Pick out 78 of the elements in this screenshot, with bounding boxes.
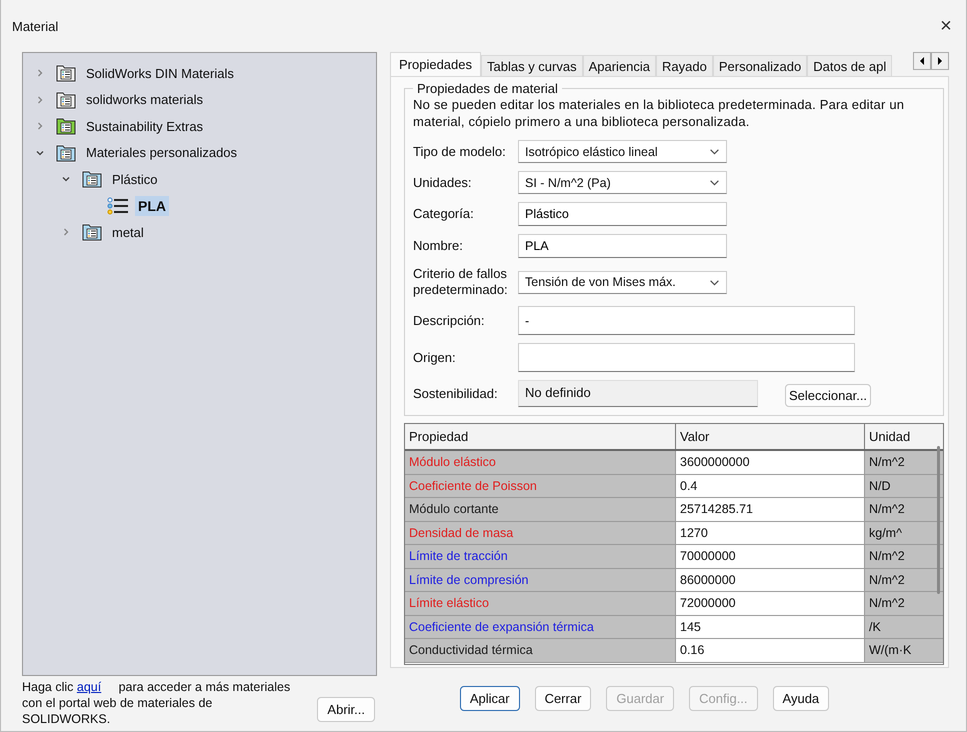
open-button[interactable]: Abrir... [317,697,375,722]
window-title: Material [12,18,58,34]
property-cell: Densidad de masa [405,521,676,544]
portal-link[interactable]: aquí [76,680,102,694]
field-label: Criterio de fallos predeterminado: [413,266,509,298]
chevron-right-icon[interactable] [35,68,45,78]
tab[interactable]: Rayado [656,55,713,76]
value-cell[interactable]: 3600000000 [676,450,864,474]
group-title: Propiedades de material [416,81,559,96]
unit-cell: N/m^2 [864,544,943,568]
tree-item[interactable]: Plástico [109,170,161,189]
column-header[interactable]: Unidad [864,424,943,450]
property-cell: Coeficiente de expansión térmica [405,615,676,638]
property-cell: Conductividad térmica [405,638,676,662]
tab[interactable]: Datos de apl [807,55,892,76]
property-cell: Módulo elástico [405,450,676,474]
text-field[interactable] [518,343,855,372]
info-text: No se pueden editar los materiales en la biblioteca predeterminada. Para editar un material, cópielo primero a una biblioteca personalizada. [413,96,906,130]
tree-item[interactable]: Materiales personalizados [83,143,240,162]
dialog-button[interactable]: Ayuda [772,686,830,711]
unit-cell: N/m^2 [864,498,943,521]
dialog-button[interactable]: Aplicar [460,686,520,711]
value-cell[interactable]: 0.4 [676,474,864,498]
column-header[interactable]: Valor [676,424,864,450]
tab[interactable]: Propiedades [390,52,481,76]
field-label: Tipo de modelo: [413,144,507,160]
tree-item[interactable]: SolidWorks DIN Materials [83,64,237,83]
property-cell: Módulo cortante [405,498,676,521]
dialog-button[interactable]: Cerrar [534,686,592,711]
value-cell[interactable]: 70000000 [676,544,864,568]
tab[interactable]: Apariencia [582,55,656,76]
scroll-right-icon[interactable] [931,52,949,70]
unit-cell: W/(m·K [864,638,943,662]
unit-cell: N/m^2 [864,450,943,474]
value-cell[interactable]: 0.16 [676,638,864,662]
close-button[interactable]: × [926,14,966,38]
property-cell: Límite elástico [405,592,676,615]
portal-note: Haga clic aquí para acceder a más materiales con el portal web de materiales de SOLIDWORKS. [22,679,292,727]
field-label: Sostenibilidad: [413,386,499,402]
unit-cell: N/m^2 [864,568,943,592]
value-cell[interactable]: 25714285.71 [676,498,864,521]
property-cell: Límite de compresión [405,568,676,592]
chevron-right-icon[interactable] [35,94,45,105]
text-field[interactable]: PLA [518,234,727,258]
tree-item[interactable]: Sustainability Extras [83,116,206,136]
tree-item[interactable]: PLA [135,196,169,216]
select-button[interactable]: Seleccionar... [785,384,872,407]
tab[interactable]: Personalizado [712,55,808,76]
scroll-left-icon[interactable] [913,52,931,70]
field-label: Unidades: [413,174,473,190]
property-cell: Límite de tracción [405,544,676,568]
unit-cell: N/m^2 [864,592,943,615]
tree-item[interactable]: solidworks materials [83,90,206,110]
field-label: Descripción: [413,312,486,328]
chevron-right-icon[interactable] [35,121,45,132]
chevron-right-icon[interactable] [61,227,71,238]
dropdown[interactable]: Tensión de von Mises máx. [518,270,727,294]
unit-cell: /K [864,615,943,638]
text-field[interactable]: - [518,306,855,335]
column-header[interactable]: Propiedad [405,424,676,450]
field-label: Nombre: [413,238,464,254]
property-cell: Coeficiente de Poisson [405,474,676,498]
unit-cell: kg/m^ [864,521,943,544]
value-cell[interactable]: 1270 [676,521,864,544]
tree-item[interactable]: metal [109,222,147,242]
field-label: Origen: [413,350,457,366]
tab[interactable]: Tablas y curvas [481,55,583,76]
value-cell[interactable]: 72000000 [676,592,864,615]
scrollbar[interactable] [937,446,940,594]
value-cell[interactable]: 145 [676,615,864,638]
value-cell[interactable]: 86000000 [676,568,864,592]
dropdown[interactable]: SI - N/m^2 (Pa) [518,171,727,194]
list-icon [107,196,129,215]
dropdown[interactable]: Isotrópico elástico lineal [518,140,727,163]
unit-cell: N/D [864,474,943,498]
text-field[interactable]: Plástico [518,202,727,226]
readonly-field: No definido [518,380,758,407]
field-label: Categoría: [413,206,475,222]
